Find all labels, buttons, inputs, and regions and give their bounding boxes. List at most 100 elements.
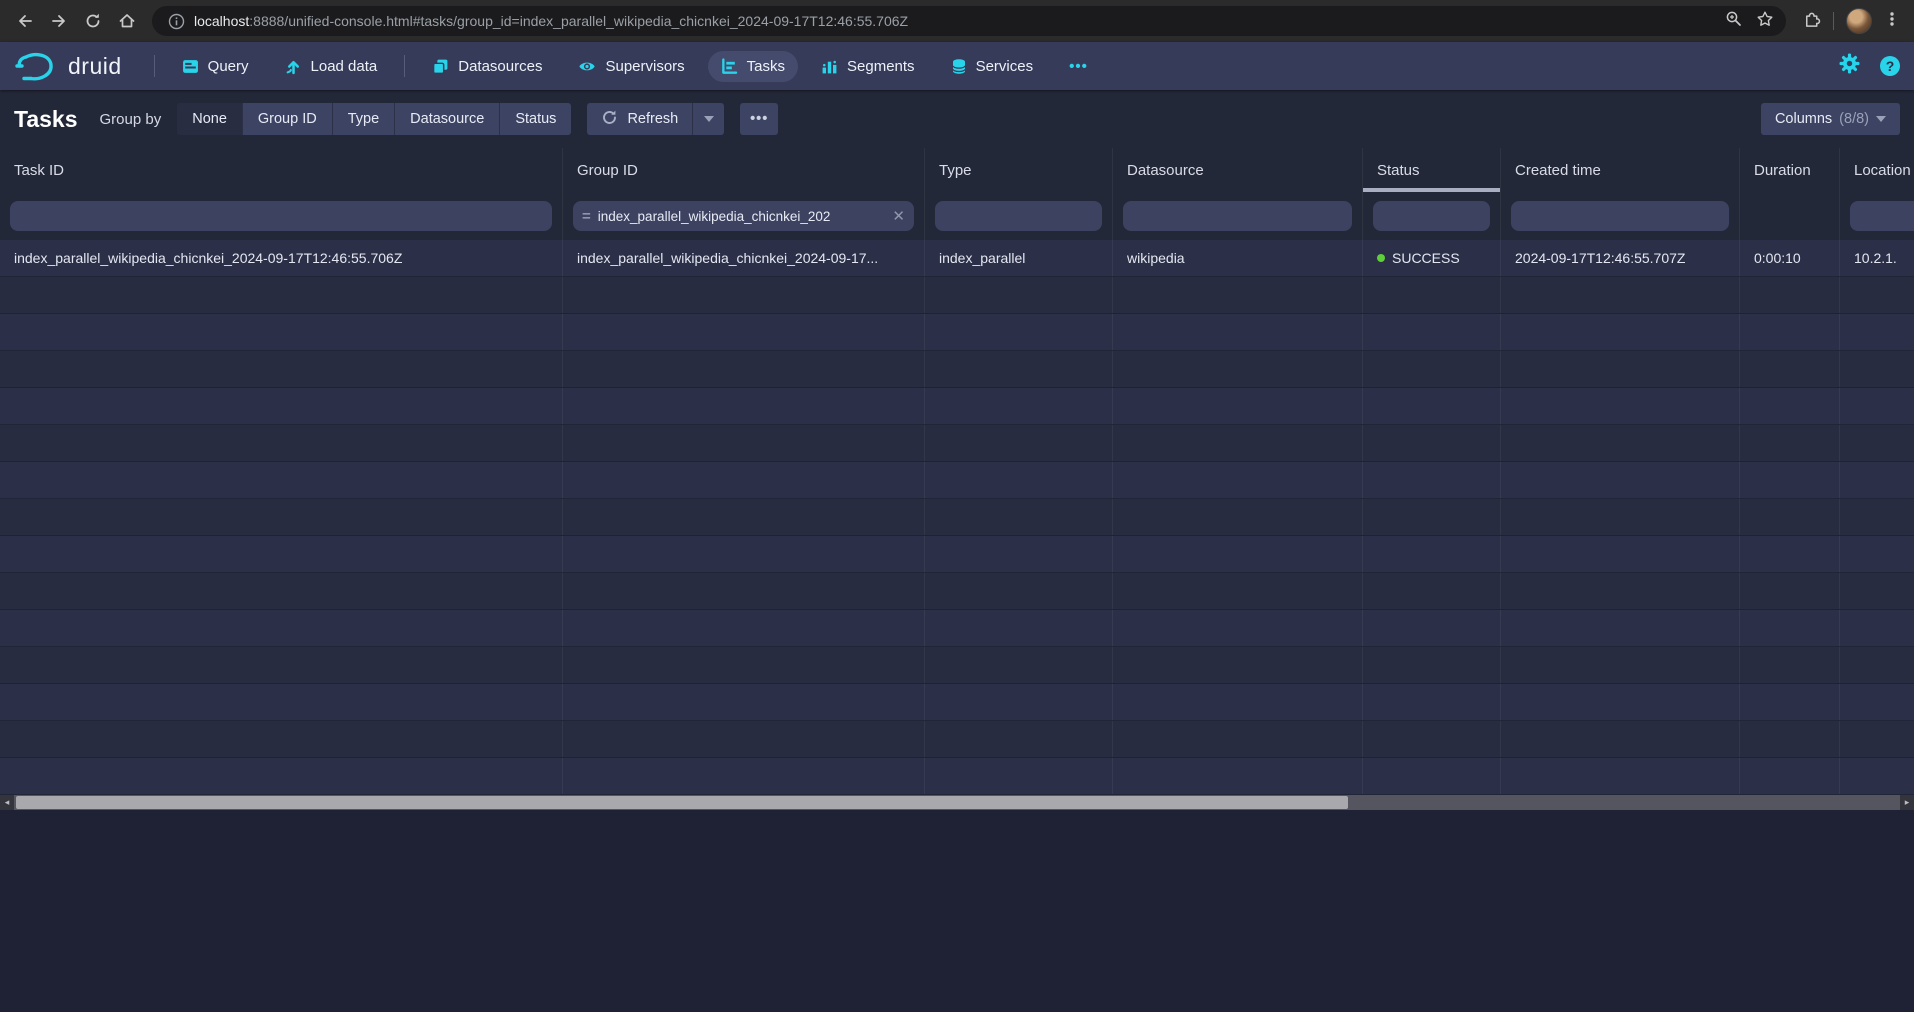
nav-item-tasks[interactable]: Tasks	[708, 51, 798, 82]
refresh-options-button[interactable]	[692, 103, 724, 135]
column-header-status[interactable]: Status	[1363, 148, 1501, 192]
extensions-icon[interactable]	[1802, 9, 1821, 33]
empty-cell	[1113, 647, 1363, 683]
datasource-filter-input[interactable]	[1123, 201, 1352, 231]
zoom-icon[interactable]	[1725, 10, 1742, 32]
status-cell: SUCCESS	[1392, 250, 1460, 266]
brand-name: druid	[68, 53, 122, 80]
nav-item-label: Services	[976, 58, 1034, 75]
forward-icon[interactable]	[42, 4, 76, 38]
empty-cell	[1363, 573, 1501, 609]
empty-cell	[563, 647, 925, 683]
scrollbar-track[interactable]	[14, 795, 1900, 810]
clear-filter-icon[interactable]: ✕	[892, 207, 905, 225]
column-header-duration[interactable]: Duration	[1740, 148, 1840, 192]
empty-cell	[1740, 647, 1840, 683]
profile-avatar[interactable]	[1846, 8, 1872, 34]
column-header-task-id[interactable]: Task ID	[0, 148, 563, 192]
home-icon[interactable]	[110, 4, 144, 38]
empty-cell	[1740, 610, 1840, 646]
empty-cell	[1740, 573, 1840, 609]
scroll-right-icon[interactable]: ▸	[1900, 795, 1914, 810]
status-filter-input[interactable]	[1373, 201, 1490, 231]
nav-item-supervisors[interactable]: Supervisors	[565, 51, 697, 82]
nav-item-label: Query	[208, 58, 249, 75]
empty-cell	[1501, 647, 1740, 683]
group-by-none-button[interactable]: None	[177, 103, 243, 135]
empty-cell	[1363, 425, 1501, 461]
task-row[interactable]: index_parallel_wikipedia_chicnkei_2024-0…	[0, 240, 1914, 277]
empty-cell	[1113, 610, 1363, 646]
bookmark-star-icon[interactable]	[1756, 10, 1774, 33]
refresh-label: Refresh	[627, 111, 678, 127]
group-by-datasource-button[interactable]: Datasource	[395, 103, 500, 135]
reload-icon[interactable]	[76, 4, 110, 38]
location-filter-input[interactable]	[1850, 201, 1914, 231]
column-header-group-id[interactable]: Group ID	[563, 148, 925, 192]
empty-cell	[1113, 462, 1363, 498]
settings-gear-icon[interactable]	[1839, 53, 1860, 79]
empty-cell	[1740, 536, 1840, 572]
empty-cell	[925, 684, 1113, 720]
empty-cell	[563, 499, 925, 535]
empty-cell	[1113, 536, 1363, 572]
nav-item-segments[interactable]: Segments	[808, 51, 928, 82]
empty-cell	[925, 647, 1113, 683]
task-id-filter-input[interactable]	[10, 201, 552, 231]
empty-cell	[1501, 573, 1740, 609]
more-icon: •••	[750, 111, 768, 127]
group-by-type-button[interactable]: Type	[333, 103, 395, 135]
toolbar-more-button[interactable]: •••	[740, 103, 778, 135]
back-icon[interactable]	[8, 4, 42, 38]
empty-table-row	[0, 277, 1914, 314]
empty-table-row	[0, 351, 1914, 388]
empty-cell	[1840, 277, 1914, 313]
empty-cell	[1840, 647, 1914, 683]
group-by-label: Group by	[100, 111, 162, 128]
nav-more-button[interactable]: •••	[1056, 51, 1101, 82]
empty-cell	[0, 351, 563, 387]
empty-cell	[925, 462, 1113, 498]
column-header-location[interactable]: Location	[1840, 148, 1914, 192]
empty-cell	[0, 499, 563, 535]
url-path: :8888/unified-console.html#tasks/group_i…	[249, 13, 908, 29]
url-bar[interactable]: localhost:8888/unified-console.html#task…	[152, 6, 1786, 36]
refresh-button[interactable]: Refresh	[587, 103, 692, 135]
nav-item-load-data[interactable]: Load data	[272, 51, 391, 82]
browser-menu-icon[interactable]	[1884, 10, 1900, 33]
nav-item-query[interactable]: Query	[169, 51, 262, 82]
browser-toolbar: localhost:8888/unified-console.html#task…	[0, 0, 1914, 42]
empty-cell	[1740, 351, 1840, 387]
table-filter-row: = index_parallel_wikipedia_chicnkei_202 …	[0, 192, 1914, 240]
empty-cell	[1501, 536, 1740, 572]
group-by-status-button[interactable]: Status	[500, 103, 571, 135]
empty-cell	[1113, 425, 1363, 461]
empty-cell	[0, 721, 563, 757]
column-header-created-time[interactable]: Created time	[1501, 148, 1740, 192]
columns-button[interactable]: Columns (8/8)	[1761, 103, 1900, 135]
empty-table-row	[0, 314, 1914, 351]
druid-logo[interactable]: druid	[14, 50, 122, 82]
nav-item-services[interactable]: Services	[938, 51, 1047, 82]
nav-item-datasources[interactable]: Datasources	[419, 51, 555, 82]
empty-cell	[1840, 610, 1914, 646]
help-icon[interactable]: ?	[1880, 56, 1900, 76]
created-time-filter-input[interactable]	[1511, 201, 1729, 231]
column-header-type[interactable]: Type	[925, 148, 1113, 192]
empty-cell	[1840, 425, 1914, 461]
group-id-filter-input[interactable]: = index_parallel_wikipedia_chicnkei_202 …	[573, 201, 914, 231]
empty-cell	[925, 351, 1113, 387]
type-filter-input[interactable]	[935, 201, 1102, 231]
table-body: index_parallel_wikipedia_chicnkei_2024-0…	[0, 240, 1914, 795]
columns-count: (8/8)	[1839, 111, 1869, 127]
empty-table-row	[0, 462, 1914, 499]
scroll-left-icon[interactable]: ◂	[0, 795, 14, 810]
empty-cell	[1363, 647, 1501, 683]
horizontal-scrollbar: ◂ ▸	[0, 795, 1914, 810]
site-info-icon[interactable]	[164, 9, 188, 33]
group-by-group-id-button[interactable]: Group ID	[243, 103, 333, 135]
column-header-datasource[interactable]: Datasource	[1113, 148, 1363, 192]
scrollbar-thumb[interactable]	[16, 796, 1348, 809]
chrome-separator	[1833, 12, 1834, 30]
table-header-row: Task ID Group ID Type Datasource Status …	[0, 148, 1914, 192]
